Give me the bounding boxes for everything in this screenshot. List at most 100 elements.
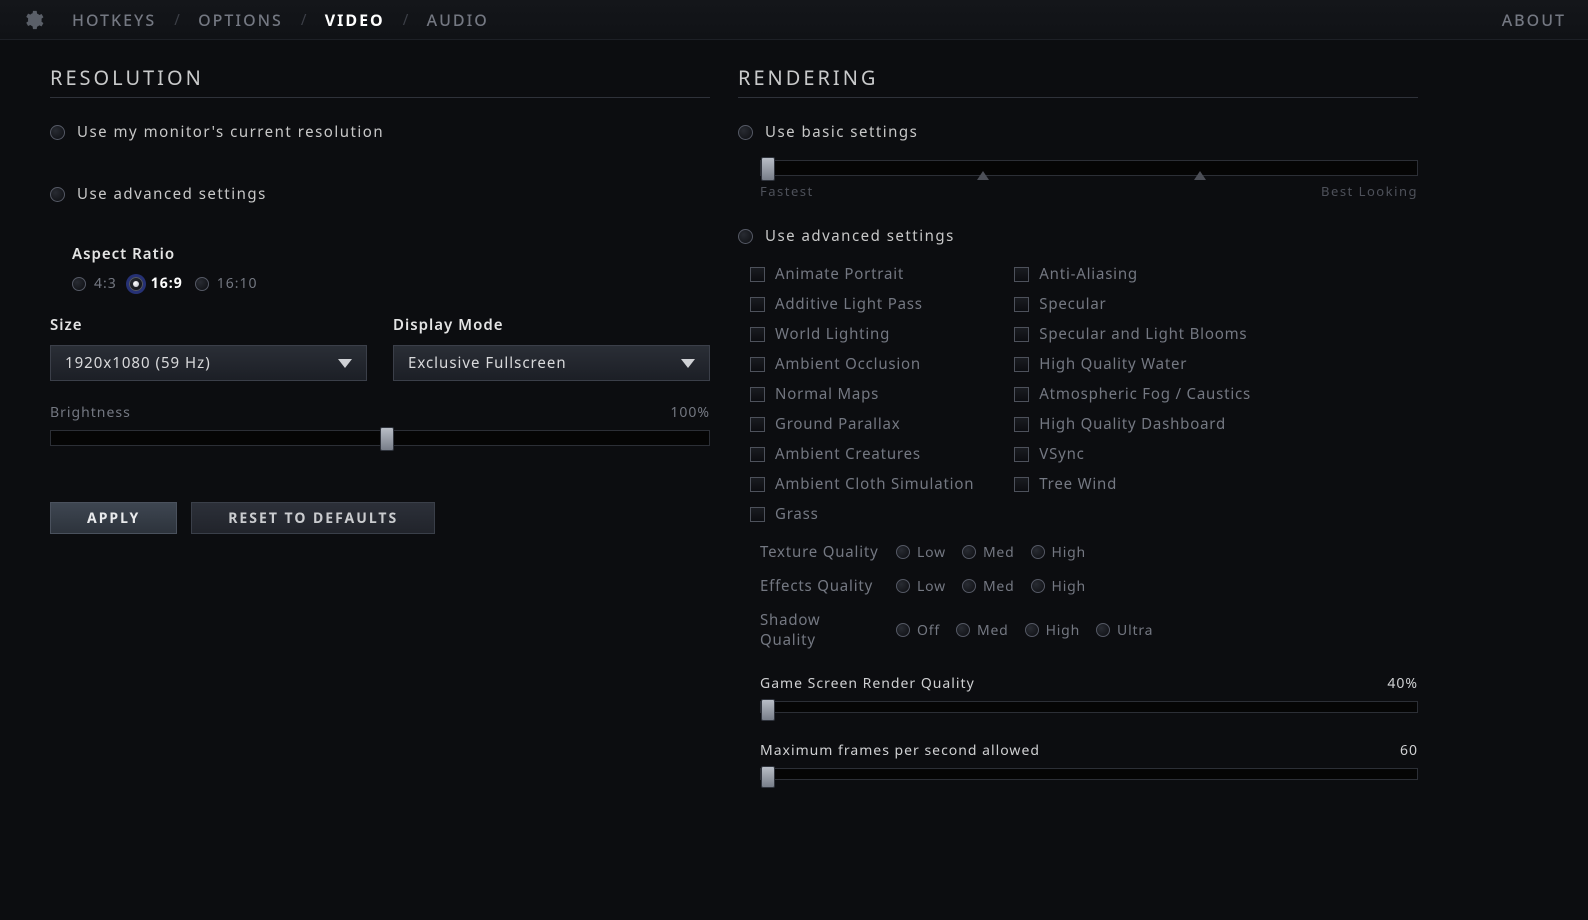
checkbox[interactable] <box>750 447 765 462</box>
radio[interactable] <box>956 623 970 637</box>
texture-quality-high[interactable]: High <box>1031 543 1086 562</box>
checkbox[interactable] <box>750 417 765 432</box>
radio[interactable] <box>962 545 976 559</box>
max-fps-thumb[interactable] <box>761 766 775 788</box>
check-label: Ambient Cloth Simulation <box>775 474 974 494</box>
check-specular[interactable]: Specular <box>1014 294 1251 314</box>
brightness-thumb[interactable] <box>380 427 394 451</box>
radio-16-10[interactable] <box>195 277 209 291</box>
check-grass[interactable]: Grass <box>750 504 974 524</box>
aspect-4-3[interactable]: 4:3 <box>72 274 117 293</box>
checkbox[interactable] <box>1014 327 1029 342</box>
checkbox[interactable] <box>1014 447 1029 462</box>
checkbox[interactable] <box>750 387 765 402</box>
aspect-16-10[interactable]: 16:10 <box>195 274 258 293</box>
checkbox[interactable] <box>750 327 765 342</box>
radio-use-advanced-resolution[interactable] <box>50 187 65 202</box>
radio[interactable] <box>1025 623 1039 637</box>
texture-quality-med[interactable]: Med <box>962 543 1015 562</box>
checkbox[interactable] <box>1014 417 1029 432</box>
rendering-panel: RENDERING Use basic settings Fastest Bes… <box>738 64 1418 808</box>
render-quality-track[interactable] <box>760 701 1418 713</box>
check-label: High Quality Water <box>1039 354 1187 374</box>
checkbox[interactable] <box>1014 297 1029 312</box>
display-mode-value: Exclusive Fullscreen <box>408 353 567 373</box>
checkbox[interactable] <box>750 477 765 492</box>
basic-quality-track[interactable] <box>760 160 1418 176</box>
tab-audio[interactable]: AUDIO <box>427 9 489 31</box>
checkbox[interactable] <box>1014 387 1029 402</box>
brightness-track[interactable] <box>50 430 710 446</box>
effects-quality-med[interactable]: Med <box>962 577 1015 596</box>
aspect-16-9[interactable]: 16:9 <box>129 274 183 293</box>
checkbox[interactable] <box>750 357 765 372</box>
radio-label: Med <box>983 577 1015 596</box>
tab-video[interactable]: VIDEO <box>325 9 385 31</box>
check-vsync[interactable]: VSync <box>1014 444 1251 464</box>
apply-button[interactable]: APPLY <box>50 502 177 534</box>
check-ambient-occlusion[interactable]: Ambient Occlusion <box>750 354 974 374</box>
max-fps-slider: Maximum frames per second allowed 60 <box>760 741 1418 780</box>
reset-to-defaults-button[interactable]: RESET TO DEFAULTS <box>191 502 435 534</box>
checkbox[interactable] <box>750 297 765 312</box>
check-world-lighting[interactable]: World Lighting <box>750 324 974 344</box>
check-anti-aliasing[interactable]: Anti-Aliasing <box>1014 264 1251 284</box>
check-atmospheric-fog-caustics[interactable]: Atmospheric Fog / Caustics <box>1014 384 1251 404</box>
check-additive-light-pass[interactable]: Additive Light Pass <box>750 294 974 314</box>
basic-quality-thumb[interactable] <box>761 157 775 181</box>
checkbox[interactable] <box>1014 267 1029 282</box>
texture-quality-low[interactable]: Low <box>896 543 946 562</box>
render-quality-thumb[interactable] <box>761 699 775 721</box>
check-ambient-creatures[interactable]: Ambient Creatures <box>750 444 974 464</box>
check-animate-portrait[interactable]: Animate Portrait <box>750 264 974 284</box>
shadow-quality-ultra[interactable]: Ultra <box>1096 621 1153 640</box>
checkbox[interactable] <box>1014 477 1029 492</box>
check-specular-and-light-blooms[interactable]: Specular and Light Blooms <box>1014 324 1251 344</box>
nav-separator: / <box>174 10 180 30</box>
shadow-quality-off[interactable]: Off <box>896 621 940 640</box>
radio[interactable] <box>1031 579 1045 593</box>
size-dropdown[interactable]: 1920x1080 (59 Hz) <box>50 345 367 381</box>
radio-4-3[interactable] <box>72 277 86 291</box>
radio-label: Low <box>917 577 946 596</box>
shadow-quality-high[interactable]: High <box>1025 621 1080 640</box>
radio-use-advanced-rendering[interactable] <box>738 229 753 244</box>
radio-label: Ultra <box>1117 621 1153 640</box>
checkbox[interactable] <box>750 267 765 282</box>
max-fps-track[interactable] <box>760 768 1418 780</box>
display-mode-dropdown[interactable]: Exclusive Fullscreen <box>393 345 710 381</box>
checkbox[interactable] <box>1014 357 1029 372</box>
radio[interactable] <box>1031 545 1045 559</box>
use-monitor-label: Use my monitor's current resolution <box>77 122 384 142</box>
check-ambient-cloth-simulation[interactable]: Ambient Cloth Simulation <box>750 474 974 494</box>
check-label: VSync <box>1039 444 1084 464</box>
check-tree-wind[interactable]: Tree Wind <box>1014 474 1251 494</box>
check-high-quality-dashboard[interactable]: High Quality Dashboard <box>1014 414 1251 434</box>
radio[interactable] <box>896 623 910 637</box>
about-link[interactable]: ABOUT <box>1502 9 1566 31</box>
radio-use-monitor[interactable] <box>50 125 65 140</box>
radio[interactable] <box>896 579 910 593</box>
check-high-quality-water[interactable]: High Quality Water <box>1014 354 1251 374</box>
tab-hotkeys[interactable]: HOTKEYS <box>72 9 156 31</box>
use-advanced-resolution-row[interactable]: Use advanced settings <box>50 184 710 204</box>
use-monitor-resolution-row[interactable]: Use my monitor's current resolution <box>50 122 710 142</box>
radio-16-9[interactable] <box>129 277 143 291</box>
check-normal-maps[interactable]: Normal Maps <box>750 384 974 404</box>
check-ground-parallax[interactable]: Ground Parallax <box>750 414 974 434</box>
gear-icon[interactable] <box>22 9 44 31</box>
use-advanced-rendering-row[interactable]: Use advanced settings <box>738 226 1418 246</box>
radio[interactable] <box>1096 623 1110 637</box>
radio-use-basic[interactable] <box>738 125 753 140</box>
shadow-quality-med[interactable]: Med <box>956 621 1009 640</box>
check-label: Specular and Light Blooms <box>1039 324 1247 344</box>
tab-options[interactable]: OPTIONS <box>198 9 283 31</box>
checkbox[interactable] <box>750 507 765 522</box>
radio[interactable] <box>962 579 976 593</box>
use-basic-label: Use basic settings <box>765 122 918 142</box>
effects-quality-low[interactable]: Low <box>896 577 946 596</box>
texture-quality-label: Texture Quality <box>760 542 880 562</box>
effects-quality-high[interactable]: High <box>1031 577 1086 596</box>
radio[interactable] <box>896 545 910 559</box>
use-basic-row[interactable]: Use basic settings <box>738 122 1418 142</box>
